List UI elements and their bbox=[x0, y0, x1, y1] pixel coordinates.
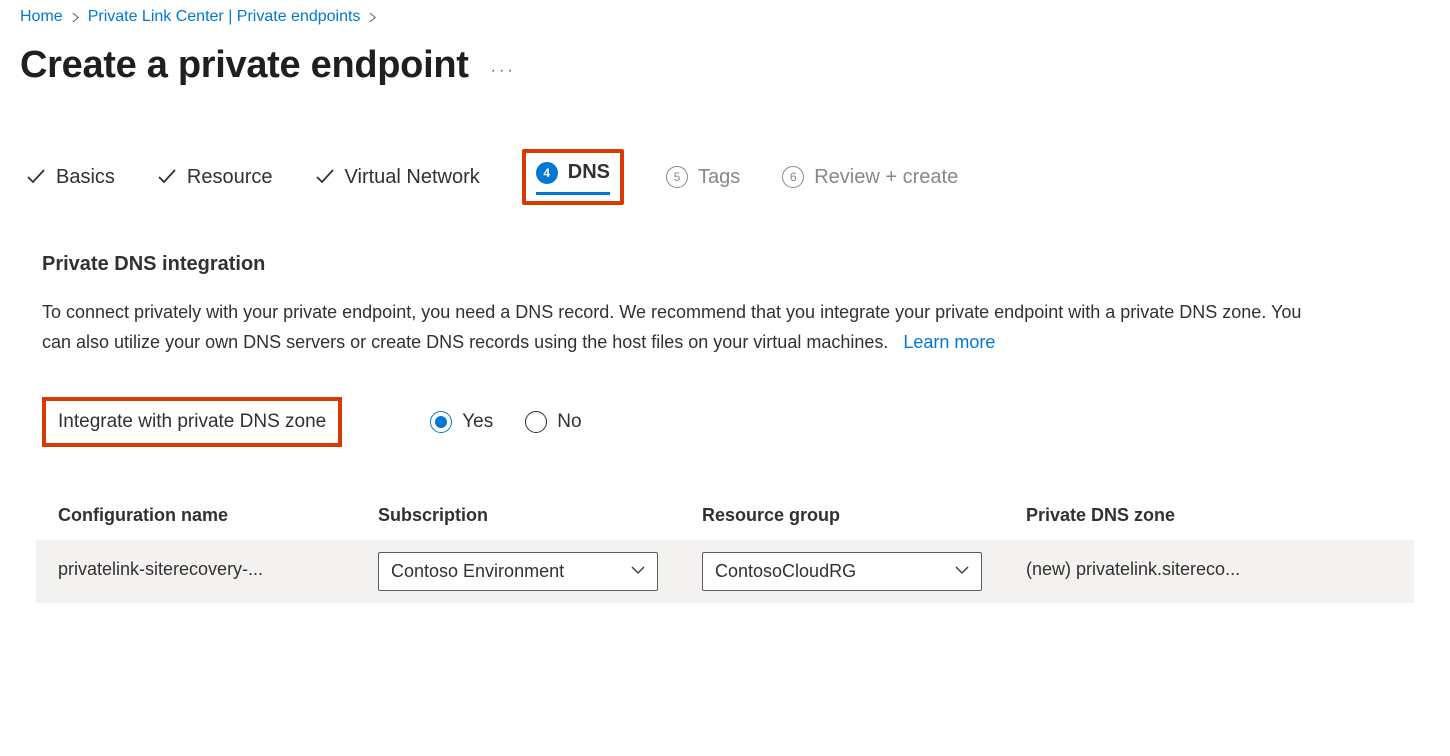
chevron-down-icon bbox=[955, 561, 969, 582]
radio-icon bbox=[430, 411, 452, 433]
more-actions-button[interactable]: ··· bbox=[491, 52, 516, 80]
resource-group-dropdown-value: ContosoCloudRG bbox=[715, 561, 856, 582]
dns-section: Private DNS integration To connect priva… bbox=[20, 253, 1430, 447]
chevron-right-icon bbox=[368, 10, 377, 25]
highlight-dns-tab: 4 DNS bbox=[522, 149, 624, 205]
tab-virtual-network[interactable]: Virtual Network bbox=[315, 160, 480, 195]
breadcrumb-home-link[interactable]: Home bbox=[20, 8, 63, 26]
check-icon bbox=[26, 167, 46, 187]
breadcrumb-private-link-center[interactable]: Private Link Center | Private endpoints bbox=[88, 8, 361, 26]
tab-review-create[interactable]: 6 Review + create bbox=[782, 160, 958, 195]
dns-config-table: Configuration name Subscription Resource… bbox=[36, 491, 1414, 603]
tab-resource[interactable]: Resource bbox=[157, 160, 273, 195]
cell-private-dns-zone: (new) privatelink.sitereco... bbox=[1026, 559, 1240, 580]
chevron-right-icon bbox=[71, 10, 80, 25]
tab-basics-label: Basics bbox=[56, 166, 115, 189]
tab-tags[interactable]: 5 Tags bbox=[666, 160, 740, 195]
page-title-row: Create a private endpoint ··· bbox=[20, 44, 1430, 87]
tab-virtual-network-label: Virtual Network bbox=[345, 166, 480, 189]
tab-resource-label: Resource bbox=[187, 166, 273, 189]
integrate-dns-row: Integrate with private DNS zone Yes No bbox=[42, 397, 1408, 447]
th-subscription: Subscription bbox=[356, 491, 680, 540]
th-private-dns-zone: Private DNS zone bbox=[1004, 491, 1414, 540]
radio-yes[interactable]: Yes bbox=[430, 411, 493, 433]
check-icon bbox=[315, 167, 335, 187]
tab-basics[interactable]: Basics bbox=[26, 160, 115, 195]
radio-no[interactable]: No bbox=[525, 411, 581, 433]
wizard-tabs: Basics Resource Virtual Network 4 DNS 5 … bbox=[20, 149, 1430, 205]
section-description: To connect privately with your private e… bbox=[42, 298, 1302, 357]
breadcrumb: Home Private Link Center | Private endpo… bbox=[20, 8, 1430, 26]
tab-dns[interactable]: 4 DNS bbox=[536, 155, 610, 195]
th-resource-group: Resource group bbox=[680, 491, 1004, 540]
step-number-icon: 6 bbox=[782, 166, 804, 188]
page-title: Create a private endpoint bbox=[20, 44, 469, 87]
step-number-icon: 4 bbox=[536, 162, 558, 184]
step-number-icon: 5 bbox=[666, 166, 688, 188]
resource-group-dropdown[interactable]: ContosoCloudRG bbox=[702, 552, 982, 591]
section-title: Private DNS integration bbox=[42, 253, 1408, 276]
tab-tags-label: Tags bbox=[698, 166, 740, 189]
tab-dns-label: DNS bbox=[568, 161, 610, 184]
radio-yes-label: Yes bbox=[462, 411, 493, 433]
table-header-row: Configuration name Subscription Resource… bbox=[36, 491, 1414, 540]
section-description-text: To connect privately with your private e… bbox=[42, 302, 1301, 352]
learn-more-link[interactable]: Learn more bbox=[903, 332, 995, 352]
check-icon bbox=[157, 167, 177, 187]
integrate-dns-radiogroup: Yes No bbox=[430, 411, 581, 433]
tab-review-create-label: Review + create bbox=[814, 166, 958, 189]
subscription-dropdown[interactable]: Contoso Environment bbox=[378, 552, 658, 591]
th-configuration-name: Configuration name bbox=[36, 491, 356, 540]
cell-config-name: privatelink-siterecovery-... bbox=[58, 559, 263, 580]
table-row: privatelink-siterecovery-... Contoso Env… bbox=[36, 540, 1414, 603]
radio-no-label: No bbox=[557, 411, 581, 433]
radio-icon bbox=[525, 411, 547, 433]
chevron-down-icon bbox=[631, 561, 645, 582]
subscription-dropdown-value: Contoso Environment bbox=[391, 561, 564, 582]
integrate-dns-label: Integrate with private DNS zone bbox=[42, 397, 342, 447]
